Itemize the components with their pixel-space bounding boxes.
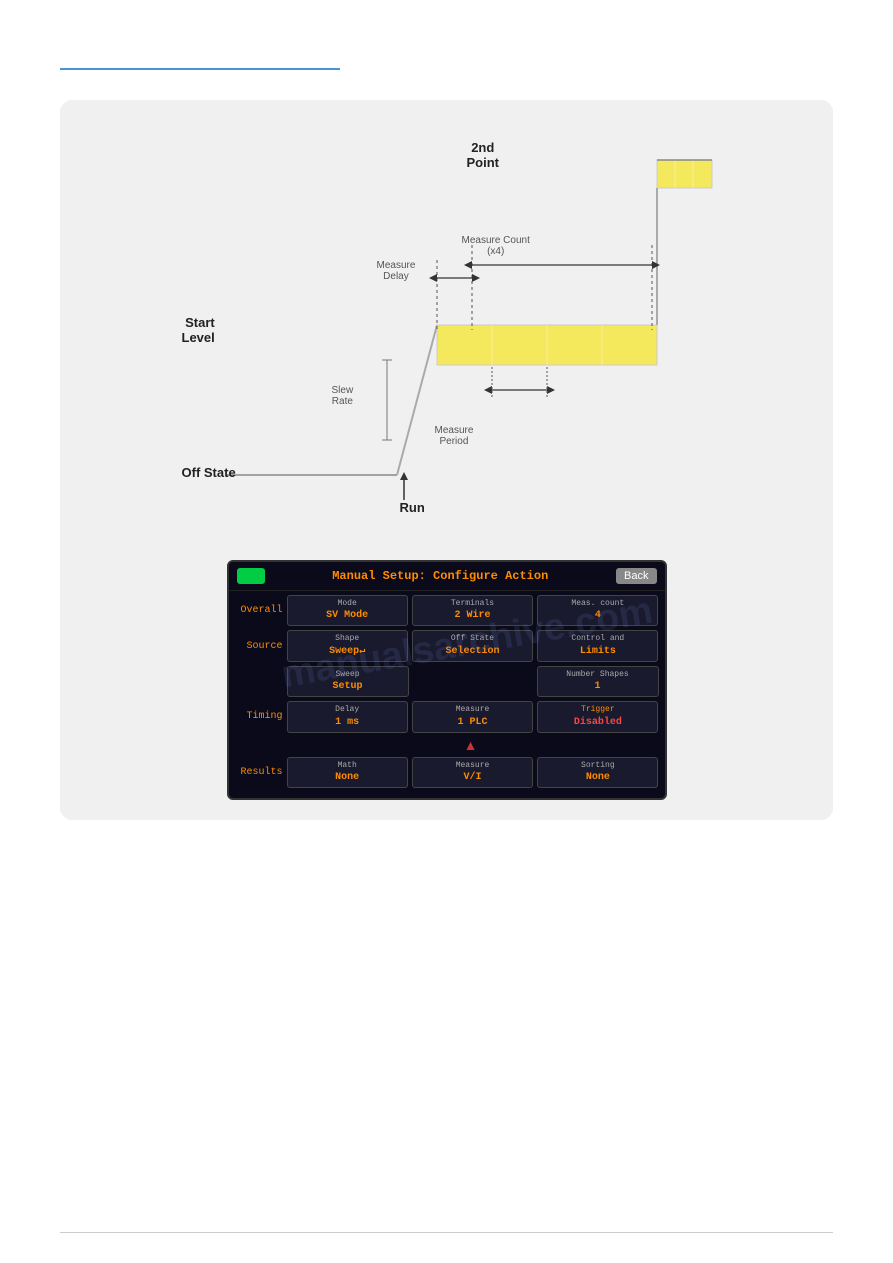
arrow-measure-down: ▲ [464, 737, 478, 753]
btn-measure-vi[interactable]: Measure V/I [412, 757, 533, 788]
instrument-screen: manualsarchive.com Manual Setup: Configu… [227, 560, 667, 800]
main-content: 2nd Point Start Level Off State Run Slew… [60, 100, 833, 820]
btn-terminals[interactable]: Terminals 2 Wire [412, 595, 533, 626]
btn-empty [413, 678, 533, 684]
screen-title: Manual Setup: Configure Action [273, 569, 609, 583]
arrow-sweep-left: ► [227, 674, 229, 692]
arrow-timing-left: ► [227, 710, 229, 728]
label-off-state: Off State [182, 465, 236, 480]
screen-row-timing: ► Timing Delay 1 ms Measure 1 PLC [235, 701, 659, 736]
btn-number-shapes[interactable]: Number Shapes 1 [537, 666, 659, 697]
label-measure-count: Measure Count (x4) [462, 235, 530, 257]
screen-row-results: Results Math None Measure V/I Sorting No… [235, 757, 659, 788]
btn-control-limits[interactable]: Control and Limits [537, 630, 658, 661]
row-label-timing: Timing [235, 711, 283, 722]
label-start-level: Start Level [182, 315, 215, 345]
waveform-area: 2nd Point Start Level Off State Run Slew… [167, 130, 727, 550]
green-indicator [237, 568, 265, 584]
row-label-overall: Overall [235, 605, 283, 616]
top-rule [60, 68, 340, 70]
btn-off-state-selection[interactable]: Off State Selection [412, 630, 533, 661]
btn-sorting[interactable]: Sorting None [537, 757, 658, 788]
label-slew-rate: Slew Rate [332, 385, 354, 407]
btn-math[interactable]: Math None [287, 757, 408, 788]
btn-shape[interactable]: Shape Sweep↵ [287, 630, 408, 661]
label-2nd-point: 2nd Point [467, 140, 500, 170]
btn-measure-1plc[interactable]: Measure 1 PLC [412, 701, 533, 732]
arrow-trigger-right: ◄ [665, 710, 667, 728]
row-label-results: Results [235, 767, 283, 778]
label-run: Run [400, 500, 425, 515]
bottom-rule [60, 1232, 833, 1233]
screen-body: Overall Mode SV Mode Terminals 2 Wire Me… [229, 591, 665, 798]
btn-sweep-setup[interactable]: Sweep Setup [287, 666, 409, 697]
label-measure-delay: Measure Delay [377, 260, 416, 282]
diagram-container: 2nd Point Start Level Off State Run Slew… [60, 100, 833, 820]
screen-header: Manual Setup: Configure Action Back [229, 562, 665, 591]
arrow-meas-count-right: ◄ [665, 604, 667, 622]
screen-row-sweep: ► Sweep Setup Number Shapes 1 [235, 666, 659, 701]
btn-delay[interactable]: Delay 1 ms [287, 701, 408, 732]
back-button[interactable]: Back [616, 568, 656, 584]
screen-row-source: Source Shape Sweep↵ Off State Selection … [235, 630, 659, 661]
btn-meas-count[interactable]: Meas. count 4 [537, 595, 658, 626]
row-label-source: Source [235, 641, 283, 652]
screen-row-overall: Overall Mode SV Mode Terminals 2 Wire Me… [235, 595, 659, 630]
label-measure-period: Measure Period [435, 425, 474, 447]
btn-mode[interactable]: Mode SV Mode [287, 595, 408, 626]
btn-trigger[interactable]: Trigger Disabled [537, 701, 658, 732]
